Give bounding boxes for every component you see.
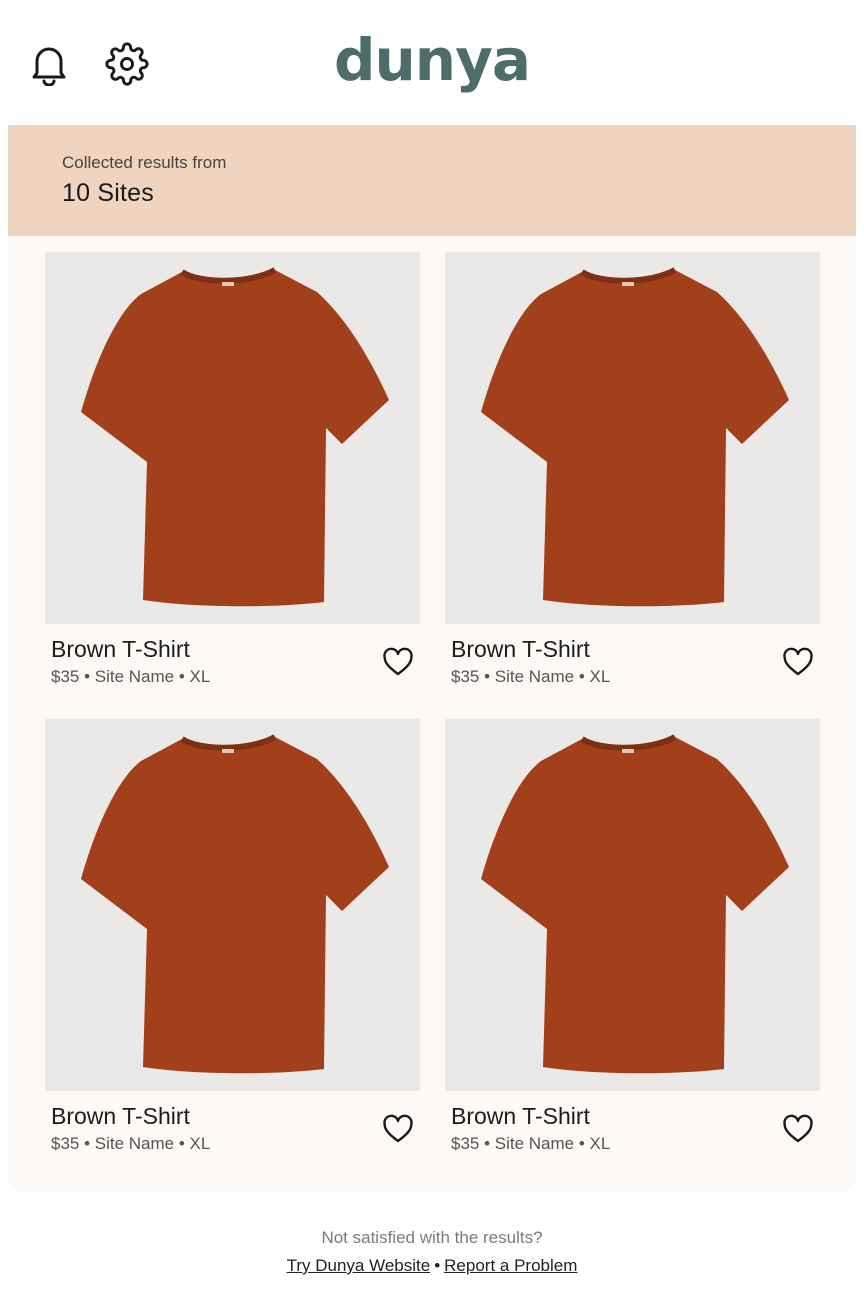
product-meta: $35 • Site Name • XL — [51, 667, 211, 686]
sites-count: 10 Sites — [62, 179, 154, 207]
favorite-button[interactable] — [778, 1109, 818, 1149]
product-card[interactable]: Brown T-Shirt $35 • Site Name • XL — [445, 252, 820, 686]
product-meta: $35 • Site Name • XL — [451, 667, 611, 686]
results-summary-banner: Collected results from 10 Sites — [8, 125, 856, 236]
try-dunya-website-link[interactable]: Try Dunya Website — [287, 1256, 431, 1275]
product-name[interactable]: Brown T-Shirt — [51, 1103, 190, 1130]
tshirt-image — [481, 267, 789, 607]
footer-links: Try Dunya Website • Report a Problem — [0, 1256, 864, 1276]
dunya-logo[interactable]: dunya — [0, 26, 864, 94]
heart-icon — [383, 647, 413, 676]
report-problem-link[interactable]: Report a Problem — [444, 1256, 577, 1275]
product-name[interactable]: Brown T-Shirt — [451, 636, 590, 663]
app-header: dunya — [0, 0, 864, 125]
link-separator: • — [434, 1256, 441, 1275]
product-meta: $35 • Site Name • XL — [51, 1134, 211, 1153]
product-card[interactable]: Brown T-Shirt $35 • Site Name • XL — [45, 252, 420, 686]
heart-icon — [783, 647, 813, 676]
heart-icon — [783, 1114, 813, 1143]
product-card[interactable]: Brown T-Shirt $35 • Site Name • XL — [445, 719, 820, 1153]
results-footer: Not satisfied with the results? Try Duny… — [0, 1228, 864, 1276]
tshirt-image — [81, 267, 389, 607]
product-name[interactable]: Brown T-Shirt — [51, 636, 190, 663]
product-image[interactable] — [445, 252, 820, 624]
product-name[interactable]: Brown T-Shirt — [451, 1103, 590, 1130]
heart-icon — [383, 1114, 413, 1143]
favorite-button[interactable] — [378, 1109, 418, 1149]
feedback-question: Not satisfied with the results? — [321, 1228, 543, 1247]
favorite-button[interactable] — [778, 642, 818, 682]
results-grid: Brown T-Shirt $35 • Site Name • XL Brown… — [8, 236, 856, 1192]
product-card[interactable]: Brown T-Shirt $35 • Site Name • XL — [45, 719, 420, 1153]
product-image[interactable] — [445, 719, 820, 1091]
product-meta: $35 • Site Name • XL — [451, 1134, 611, 1153]
tshirt-image — [81, 734, 389, 1074]
product-image[interactable] — [45, 719, 420, 1091]
banner-subtitle: Collected results from — [62, 153, 227, 172]
tshirt-image — [481, 734, 789, 1074]
favorite-button[interactable] — [378, 642, 418, 682]
product-image[interactable] — [45, 252, 420, 624]
